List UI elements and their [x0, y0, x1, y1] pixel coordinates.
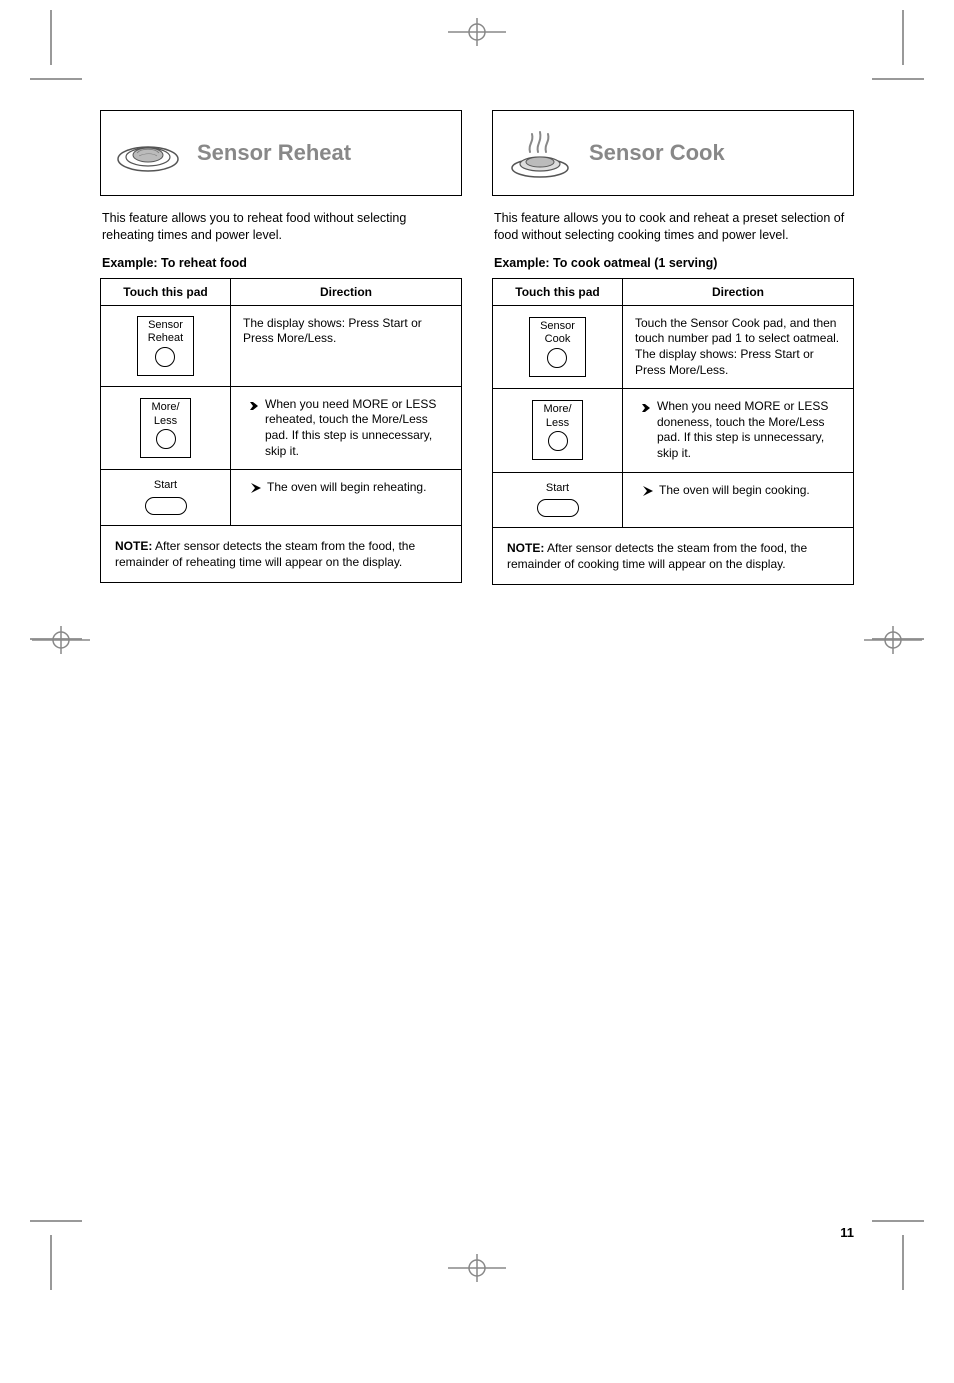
steps-table: Touch this pad Direction Sensor Reheat	[100, 278, 462, 583]
start-button: Start	[537, 483, 579, 518]
oval-icon	[145, 497, 187, 515]
button-cell: More/ Less	[493, 389, 623, 471]
direction-text: When you need MORE or LESS doneness, tou…	[657, 399, 841, 461]
button-label: Less	[154, 416, 177, 428]
button-cell: Sensor Reheat	[101, 306, 231, 386]
left-column: Sensor Reheat This feature allows you to…	[100, 110, 462, 585]
table-header: Touch this pad Direction	[101, 279, 461, 306]
direction-cell: Touch the Sensor Cook pad, and then touc…	[623, 306, 853, 388]
table-row: Sensor Cook Touch the Sensor Cook pad, a…	[493, 306, 853, 389]
more-less-button: More/ Less	[532, 400, 582, 460]
direction-text: Touch the Sensor Cook pad, and then touc…	[635, 316, 841, 378]
circle-icon	[548, 431, 568, 451]
col-header-touch: Touch this pad	[101, 279, 231, 305]
more-less-button: More/ Less	[140, 398, 190, 458]
document-page: Sensor Reheat This feature allows you to…	[0, 0, 954, 1300]
button-label: Start	[154, 480, 177, 492]
direction-text: The oven will begin reheating.	[267, 480, 426, 496]
hand-point-icon	[635, 401, 651, 420]
hand-point-icon	[243, 399, 259, 418]
col-header-direction: Direction	[623, 279, 853, 305]
table-row: Start The oven will begin reheating.	[101, 470, 461, 526]
button-label: Reheat	[148, 333, 183, 345]
sensor-reheat-button: Sensor Reheat	[137, 316, 194, 376]
table-row: Sensor Reheat The display shows: Press S…	[101, 306, 461, 387]
button-cell: More/ Less	[101, 387, 231, 469]
direction-text: When you need MORE or LESS reheated, tou…	[265, 397, 449, 459]
arrow-right-icon	[243, 482, 261, 499]
button-label: Start	[546, 483, 569, 495]
hot-dish-icon	[507, 120, 573, 187]
intro-text: This feature allows you to reheat food w…	[102, 210, 460, 244]
start-button: Start	[145, 480, 187, 515]
plate-food-icon	[115, 126, 181, 181]
direction-cell: The oven will begin cooking.	[623, 473, 853, 528]
direction-cell: When you need MORE or LESS reheated, tou…	[231, 387, 461, 469]
oval-icon	[537, 499, 579, 517]
button-label: Less	[546, 418, 569, 430]
button-label: Sensor	[540, 321, 575, 333]
direction-cell: When you need MORE or LESS doneness, tou…	[623, 389, 853, 471]
table-row: More/ Less When you need MORE or LESS do…	[493, 389, 853, 472]
col-header-touch: Touch this pad	[493, 279, 623, 305]
example-label: Example: To reheat food	[102, 256, 460, 270]
steps-table: Touch this pad Direction Sensor Cook	[492, 278, 854, 586]
button-cell: Sensor Cook	[493, 306, 623, 388]
circle-icon	[547, 348, 567, 368]
intro-text: This feature allows you to cook and rehe…	[494, 210, 852, 244]
button-cell: Start	[101, 470, 231, 525]
button-label: Sensor	[148, 320, 183, 332]
circle-icon	[156, 429, 176, 449]
note-text: After sensor detects the steam from the …	[507, 541, 807, 571]
note-label: NOTE:	[115, 539, 152, 553]
table-row: Start The oven will begin cooking.	[493, 473, 853, 529]
button-cell: Start	[493, 473, 623, 528]
button-label: More/	[543, 404, 571, 416]
direction-text: The oven will begin cooking.	[659, 483, 810, 499]
note-text: After sensor detects the steam from the …	[115, 539, 415, 569]
note-row: NOTE: After sensor detects the steam fro…	[101, 526, 461, 582]
col-header-direction: Direction	[231, 279, 461, 305]
example-label: Example: To cook oatmeal (1 serving)	[494, 256, 852, 270]
sensor-cook-button: Sensor Cook	[529, 317, 586, 377]
section-title: Sensor Cook	[589, 140, 725, 166]
section-header-sensor-cook: Sensor Cook	[492, 110, 854, 196]
section-title: Sensor Reheat	[197, 140, 351, 166]
note-label: NOTE:	[507, 541, 544, 555]
section-header-sensor-reheat: Sensor Reheat	[100, 110, 462, 196]
right-column: Sensor Cook This feature allows you to c…	[492, 110, 854, 585]
table-header: Touch this pad Direction	[493, 279, 853, 306]
direction-cell: The display shows: Press Start or Press …	[231, 306, 461, 386]
arrow-right-icon	[635, 485, 653, 502]
note-row: NOTE: After sensor detects the steam fro…	[493, 528, 853, 584]
direction-text: The display shows: Press Start or Press …	[243, 316, 449, 347]
page-number: 11	[100, 1225, 854, 1240]
direction-cell: The oven will begin reheating.	[231, 470, 461, 525]
button-label: More/	[151, 402, 179, 414]
table-row: More/ Less When you need MORE or LESS re…	[101, 387, 461, 470]
circle-icon	[155, 347, 175, 367]
button-label: Cook	[545, 334, 571, 346]
